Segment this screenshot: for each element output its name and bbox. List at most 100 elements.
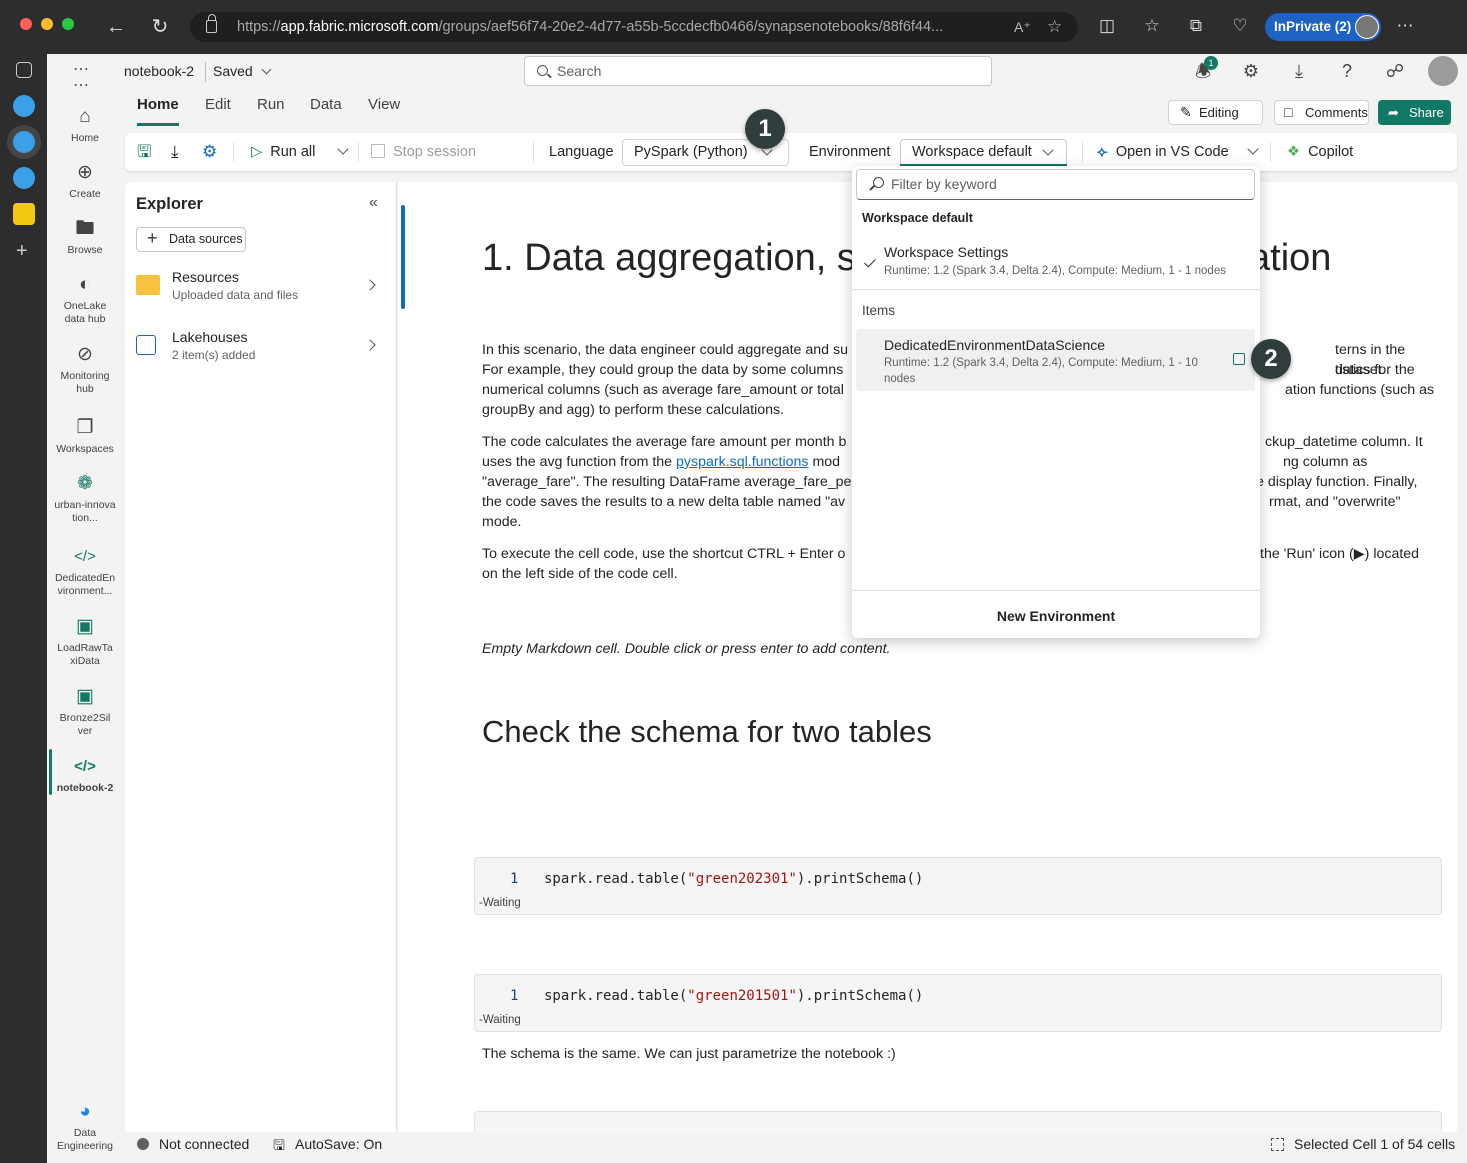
appbar-create[interactable]: ⊕ Create	[47, 161, 123, 201]
read-aloud-icon[interactable]: A⁺	[1014, 12, 1031, 42]
option-dedicated-environment[interactable]: DedicatedEnvironmentDataScience Runtime:…	[856, 329, 1255, 391]
tab-fabric-3[interactable]	[13, 167, 35, 189]
filter-keyword-input[interactable]: Filter by keyword	[856, 169, 1255, 200]
environment-select[interactable]: Workspace default	[900, 139, 1067, 166]
appbar-workspace-urban[interactable]: ❁ urban-innovation...	[47, 472, 123, 525]
tab-run[interactable]: Run	[257, 96, 285, 113]
data-sources-button[interactable]: + Data sources	[136, 227, 246, 252]
notebook-icon: ▣	[76, 616, 94, 637]
appbar-label: Bronze2Silver	[59, 712, 111, 737]
appbar-environment[interactable]: </> DedicatedEnvironment...	[47, 545, 123, 598]
copilot-button[interactable]: ❖ Copilot	[1287, 141, 1353, 163]
download-icon[interactable]: ⤓	[1287, 59, 1311, 83]
appbar-label: DedicatedEnvironment...	[54, 572, 116, 597]
tab-fabric-active[interactable]	[13, 131, 35, 153]
maximize-window-button[interactable]	[62, 18, 74, 30]
appbar-label: OneLake data hub	[63, 300, 107, 325]
tab-actions-icon[interactable]	[16, 62, 32, 78]
inprivate-label: InPrivate (2)	[1274, 19, 1352, 34]
experience-switcher[interactable]: ◕ Data Engineering	[47, 1100, 123, 1153]
tab-view[interactable]: View	[368, 96, 400, 113]
code-line[interactable]: spark.read.table("green202301").printSch…	[544, 871, 923, 887]
new-environment-button[interactable]: New Environment	[852, 608, 1260, 624]
close-window-button[interactable]	[20, 18, 32, 30]
save-notebook-icon[interactable]: 🖫	[137, 141, 151, 163]
inprivate-badge[interactable]: InPrivate (2)	[1265, 13, 1381, 41]
refresh-icon[interactable]: ↻	[147, 14, 173, 40]
download-notebook-icon[interactable]: ⤓	[171, 141, 179, 163]
code-cell[interactable]: 1 spark.read.table("green202301").printS…	[474, 857, 1442, 915]
code-cell[interactable]: 1 spark.read.table("green201501").printS…	[474, 974, 1442, 1032]
explorer-item-title: Resources	[172, 269, 239, 285]
notebook-title[interactable]: notebook-2	[124, 63, 194, 79]
open-vscode-button[interactable]: ⟣ Open in VS Code	[1097, 141, 1229, 163]
para-text: ckup_datetime column. It	[1265, 434, 1423, 450]
address-bar[interactable]: https://app.fabric.microsoft.com/groups/…	[190, 12, 1078, 42]
favorites-icon[interactable]: ☆	[1141, 16, 1163, 36]
environment-dropdown: Filter by keyword Workspace default Work…	[852, 166, 1260, 638]
collections-icon[interactable]: ⧉	[1185, 16, 1207, 36]
favorite-star-icon[interactable]: ☆	[1047, 12, 1062, 42]
notebook-icon: </>	[74, 758, 96, 775]
appbar-workspaces[interactable]: ❐ Workspaces	[47, 416, 123, 456]
markdown-heading-1[interactable]: 1. Data aggregation, su ation	[482, 237, 1331, 280]
new-tab-icon[interactable]: +	[16, 240, 28, 263]
open-external-icon[interactable]	[1233, 353, 1245, 365]
more-menu-icon[interactable]: ⋯	[1394, 16, 1416, 36]
section-items: Items	[862, 303, 896, 318]
notebook-settings-icon[interactable]: ⚙	[202, 141, 217, 163]
share-button[interactable]: ➦ Share	[1378, 100, 1451, 125]
browse-icon: 🖿	[75, 218, 95, 239]
empty-markdown-cell[interactable]: Empty Markdown cell. Double click or pre…	[482, 641, 890, 657]
connection-status[interactable]: Not connected	[159, 1136, 249, 1152]
para-text: ng column as	[1283, 454, 1368, 470]
appbar-onelake[interactable]: ◐ OneLake data hub	[47, 273, 123, 326]
vscode-dropdown-icon[interactable]	[1247, 143, 1259, 155]
tab-data[interactable]: Data	[310, 96, 342, 113]
tab-fabric-1[interactable]	[13, 95, 35, 117]
explorer-lakehouses[interactable]: Lakehouses 2 item(s) added	[136, 329, 386, 374]
code-token: ).printSchema()	[796, 871, 924, 887]
appbar-notebook-2[interactable]: </> notebook-2	[47, 755, 123, 795]
option-workspace-settings[interactable]: Workspace Settings Runtime: 1.2 (Spark 3…	[856, 244, 1255, 280]
settings-icon[interactable]: ⚙	[1239, 59, 1263, 83]
environment-label: Environment	[809, 144, 891, 160]
share-label: Share	[1409, 105, 1444, 120]
comments-button[interactable]: □ Comments	[1274, 100, 1369, 125]
run-all-dropdown-icon[interactable]	[337, 143, 349, 155]
browser-essentials-icon[interactable]: ♡	[1229, 16, 1251, 36]
save-status[interactable]: Saved	[213, 63, 272, 79]
tab-powerbi[interactable]	[13, 203, 35, 225]
back-icon[interactable]: ←	[103, 14, 129, 40]
explorer-resources[interactable]: Resources Uploaded data and files	[136, 269, 386, 314]
appbar-home[interactable]: ⌂ Home	[47, 105, 123, 145]
collapse-explorer-icon[interactable]: «	[369, 194, 378, 212]
filter-placeholder: Filter by keyword	[891, 176, 997, 192]
code-line[interactable]: spark.read.table("green201501").printSch…	[544, 988, 923, 1004]
autosave-status[interactable]: AutoSave: On	[295, 1136, 382, 1152]
run-all-button[interactable]: ▷ Run all	[251, 141, 315, 163]
code-cell-partial[interactable]	[474, 1111, 1442, 1132]
line-number: 1	[510, 988, 519, 1004]
split-screen-icon[interactable]: ◫	[1096, 16, 1118, 36]
search-placeholder: Search	[557, 63, 602, 79]
markdown-heading-2[interactable]: Check the schema for two tables	[482, 714, 932, 750]
minimize-window-button[interactable]	[41, 18, 53, 30]
search-input[interactable]: Search	[524, 56, 992, 86]
appbar-monitoring[interactable]: ⊘ Monitoring hub	[47, 343, 123, 396]
help-icon[interactable]: ?	[1335, 59, 1359, 83]
pyspark-functions-link[interactable]: pyspark.sql.functions	[676, 454, 808, 470]
tab-edit[interactable]: Edit	[205, 96, 231, 113]
feedback-icon[interactable]: ☍	[1383, 59, 1407, 83]
data-sources-label: Data sources	[169, 232, 243, 246]
app-launcher-icon[interactable]: ⋯⋯⋯	[73, 62, 91, 110]
editing-mode-button[interactable]: ✎ Editing	[1168, 100, 1263, 125]
appbar-browse[interactable]: 🖿 Browse	[47, 217, 123, 257]
appbar-bronze2silver[interactable]: ▣ Bronze2Silver	[47, 685, 123, 738]
language-label: Language	[549, 144, 614, 160]
appbar-loadrawtaxidata[interactable]: ▣ LoadRawTaxiData	[47, 615, 123, 668]
markdown-note[interactable]: The schema is the same. We can just para…	[482, 1046, 896, 1062]
user-avatar[interactable]	[1428, 56, 1458, 86]
tab-home[interactable]: Home	[137, 96, 179, 126]
connection-status-icon	[137, 1138, 149, 1150]
